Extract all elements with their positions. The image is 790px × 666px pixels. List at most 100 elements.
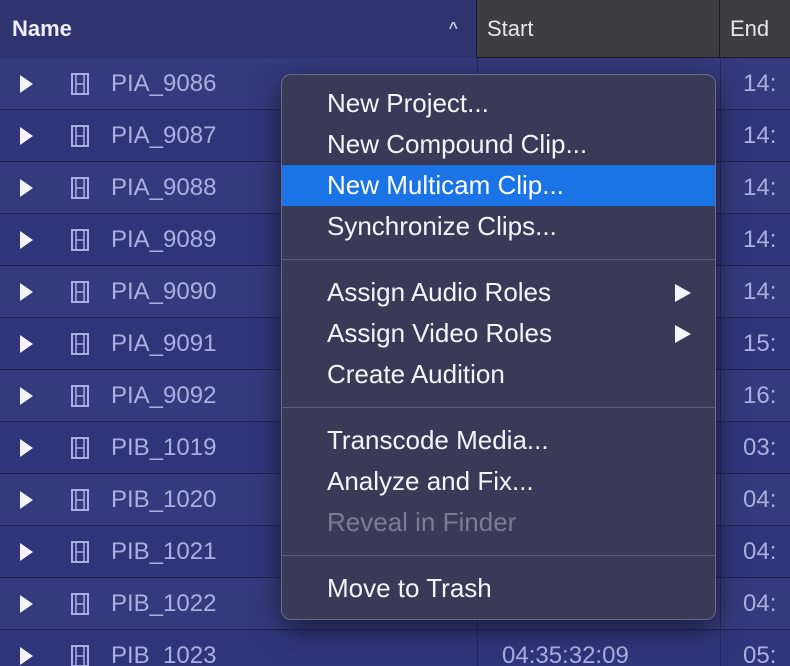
clip-end-cell: 14: — [720, 110, 790, 161]
disclosure-triangle-icon[interactable] — [20, 74, 47, 93]
menu-item-label: Assign Video Roles — [327, 318, 552, 348]
disclosure-triangle-icon[interactable] — [20, 334, 47, 353]
clip-start: 04:35:32:09 — [502, 641, 629, 666]
clip-end: 04: — [743, 485, 777, 513]
clip-name: PIA_9092 — [111, 381, 217, 409]
clip-end: 14: — [743, 277, 777, 305]
film-clip-icon — [71, 644, 89, 666]
clip-end: 14: — [743, 69, 777, 97]
menu-separator — [282, 555, 715, 556]
submenu-arrow-icon — [675, 284, 691, 302]
menu-item-new-multicam-clip[interactable]: New Multicam Clip... — [282, 165, 715, 206]
menu-item-label: New Multicam Clip... — [327, 170, 564, 200]
clip-end: 05: — [743, 641, 777, 666]
clip-end: 04: — [743, 589, 777, 617]
clip-name: PIA_9090 — [111, 277, 217, 305]
clip-end-cell: 14: — [720, 266, 790, 317]
clip-row[interactable]: PIB_1023 04:35:32:09 05: — [0, 630, 790, 666]
menu-separator — [282, 259, 715, 260]
chevron-up-icon: ^ — [448, 20, 458, 37]
menu-item-label: Assign Audio Roles — [327, 277, 552, 307]
clip-end-cell: 04: — [720, 474, 790, 525]
menu-item-transcode-media[interactable]: Transcode Media... — [282, 420, 715, 461]
film-clip-icon — [71, 592, 89, 615]
film-clip-icon — [71, 280, 89, 303]
clip-end: 15: — [743, 329, 777, 357]
menu-item-assign-video-roles[interactable]: Assign Video Roles — [282, 313, 715, 354]
clip-end-cell: 16: — [720, 370, 790, 421]
menu-item-assign-audio-roles[interactable]: Assign Audio Roles — [282, 272, 715, 313]
submenu-arrow-icon — [675, 325, 691, 343]
clip-name: PIB_1023 — [111, 641, 217, 666]
film-clip-icon — [71, 72, 89, 95]
clip-end-cell: 04: — [720, 578, 790, 629]
disclosure-triangle-icon[interactable] — [20, 386, 47, 405]
column-header-end-label: End — [730, 16, 770, 41]
context-menu: New Project... New Compound Clip... New … — [281, 74, 716, 620]
clip-name: PIB_1019 — [111, 433, 217, 461]
menu-item-label: Transcode Media... — [327, 425, 549, 455]
clip-end-cell: 14: — [720, 58, 790, 109]
film-clip-icon — [71, 176, 89, 199]
clip-end: 03: — [743, 433, 777, 461]
menu-item-new-project[interactable]: New Project... — [282, 83, 715, 124]
menu-item-move-to-trash[interactable]: Move to Trash — [282, 568, 715, 609]
menu-separator — [282, 407, 715, 408]
menu-item-label: New Compound Clip... — [327, 129, 588, 159]
menu-item-label: Move to Trash — [327, 573, 492, 603]
menu-item-new-compound-clip[interactable]: New Compound Clip... — [282, 124, 715, 165]
clip-name-cell: PIB_1023 — [0, 630, 477, 666]
menu-item-label: Analyze and Fix... — [327, 466, 534, 496]
film-clip-icon — [71, 332, 89, 355]
film-clip-icon — [71, 228, 89, 251]
clip-end: 14: — [743, 121, 777, 149]
film-clip-icon — [71, 124, 89, 147]
clip-end-cell: 14: — [720, 214, 790, 265]
menu-item-label: New Project... — [327, 88, 489, 118]
clip-end-cell: 03: — [720, 422, 790, 473]
event-browser: Name ^ Start End PIA_9086 14: PIA_9087 14: P… — [0, 0, 790, 666]
menu-item-analyze-and-fix[interactable]: Analyze and Fix... — [282, 461, 715, 502]
clip-name: PIA_9088 — [111, 173, 217, 201]
disclosure-triangle-icon[interactable] — [20, 126, 47, 145]
clip-end: 04: — [743, 537, 777, 565]
disclosure-triangle-icon[interactable] — [20, 646, 47, 665]
clip-end: 16: — [743, 381, 777, 409]
film-clip-icon — [71, 540, 89, 563]
clip-end-cell: 14: — [720, 162, 790, 213]
clip-name: PIB_1020 — [111, 485, 217, 513]
clip-end: 14: — [743, 225, 777, 253]
disclosure-triangle-icon[interactable] — [20, 282, 47, 301]
film-clip-icon — [71, 384, 89, 407]
menu-item-label: Reveal in Finder — [327, 507, 517, 537]
clip-name: PIA_9091 — [111, 329, 217, 357]
disclosure-triangle-icon[interactable] — [20, 438, 47, 457]
clip-name: PIA_9087 — [111, 121, 217, 149]
clip-end-cell: 05: — [720, 630, 790, 666]
clip-end-cell: 04: — [720, 526, 790, 577]
clip-name: PIB_1021 — [111, 537, 217, 565]
clip-name: PIB_1022 — [111, 589, 217, 617]
film-clip-icon — [71, 488, 89, 511]
clip-name: PIA_9089 — [111, 225, 217, 253]
column-header-name[interactable]: Name ^ — [0, 0, 477, 58]
column-header-end[interactable]: End — [720, 0, 790, 58]
clip-end: 14: — [743, 173, 777, 201]
disclosure-triangle-icon[interactable] — [20, 490, 47, 509]
clip-end-cell: 15: — [720, 318, 790, 369]
clip-name: PIA_9086 — [111, 69, 217, 97]
film-clip-icon — [71, 436, 89, 459]
menu-item-label: Create Audition — [327, 359, 505, 389]
menu-item-reveal-in-finder: Reveal in Finder — [282, 502, 715, 543]
menu-item-create-audition[interactable]: Create Audition — [282, 354, 715, 395]
disclosure-triangle-icon[interactable] — [20, 230, 47, 249]
column-header-start[interactable]: Start — [477, 0, 720, 58]
menu-item-label: Synchronize Clips... — [327, 211, 557, 241]
column-header-bar: Name ^ Start End — [0, 0, 790, 58]
clip-start-cell: 04:35:32:09 — [477, 630, 720, 666]
disclosure-triangle-icon[interactable] — [20, 594, 47, 613]
disclosure-triangle-icon[interactable] — [20, 178, 47, 197]
column-header-start-label: Start — [487, 16, 534, 41]
disclosure-triangle-icon[interactable] — [20, 542, 47, 561]
menu-item-synchronize-clips[interactable]: Synchronize Clips... — [282, 206, 715, 247]
